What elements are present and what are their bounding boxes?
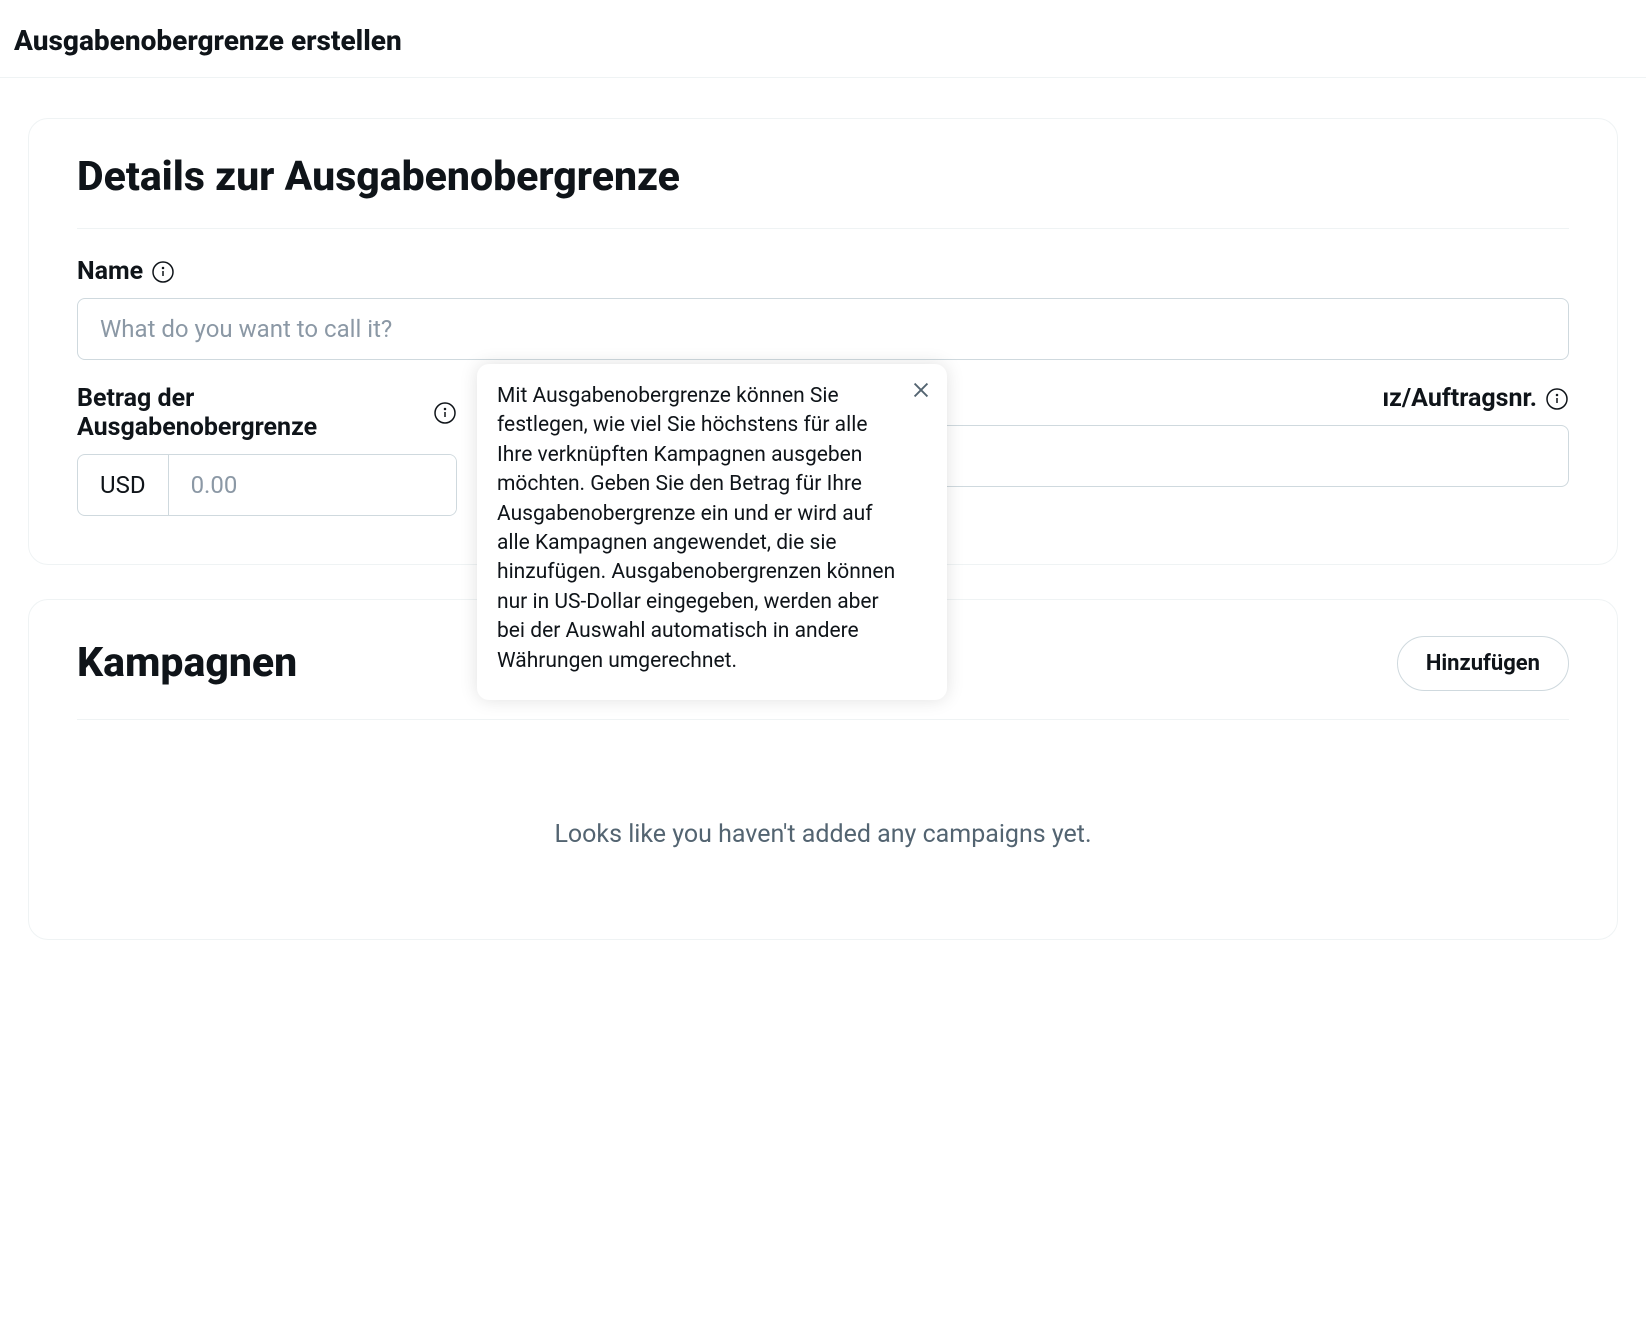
ref-label-partial: ız/Auftragsnr. xyxy=(1382,384,1537,413)
info-icon[interactable] xyxy=(151,260,175,284)
details-card: Details zur Ausgabenobergrenze Name Betr… xyxy=(28,118,1618,565)
amount-label: Betrag der Ausgabenobergrenze xyxy=(77,384,425,442)
content-area: Details zur Ausgabenobergrenze Name Betr… xyxy=(0,78,1646,1002)
info-icon[interactable] xyxy=(433,401,457,425)
info-icon[interactable] xyxy=(1545,387,1569,411)
amount-and-ref-row: Betrag der Ausgabenobergrenze USD Mit Au… xyxy=(77,384,1569,524)
ref-helper-partial: e xyxy=(849,499,1569,524)
campaigns-empty-state: Looks like you haven't added any campaig… xyxy=(77,748,1569,899)
amount-input[interactable] xyxy=(169,455,457,515)
close-icon[interactable] xyxy=(907,376,935,404)
tooltip-text: Mit Ausgabenobergrenze können Sie festle… xyxy=(497,382,899,676)
page-title: Ausgabenobergrenze erstellen xyxy=(0,0,1646,78)
name-field: Name xyxy=(77,257,1569,360)
currency-prefix: USD xyxy=(78,455,169,515)
name-input[interactable] xyxy=(77,298,1569,360)
name-label: Name xyxy=(77,257,143,286)
ref-field: ız/Auftragsnr. e xyxy=(849,384,1569,524)
add-campaign-button[interactable]: Hinzufügen xyxy=(1397,636,1569,691)
ref-input[interactable] xyxy=(849,425,1569,487)
amount-field: Betrag der Ausgabenobergrenze USD xyxy=(77,384,457,516)
details-card-title: Details zur Ausgabenobergrenze xyxy=(77,155,1569,200)
campaigns-card-title: Kampagnen xyxy=(77,641,297,686)
amount-tooltip-popover: Mit Ausgabenobergrenze können Sie festle… xyxy=(477,364,947,700)
